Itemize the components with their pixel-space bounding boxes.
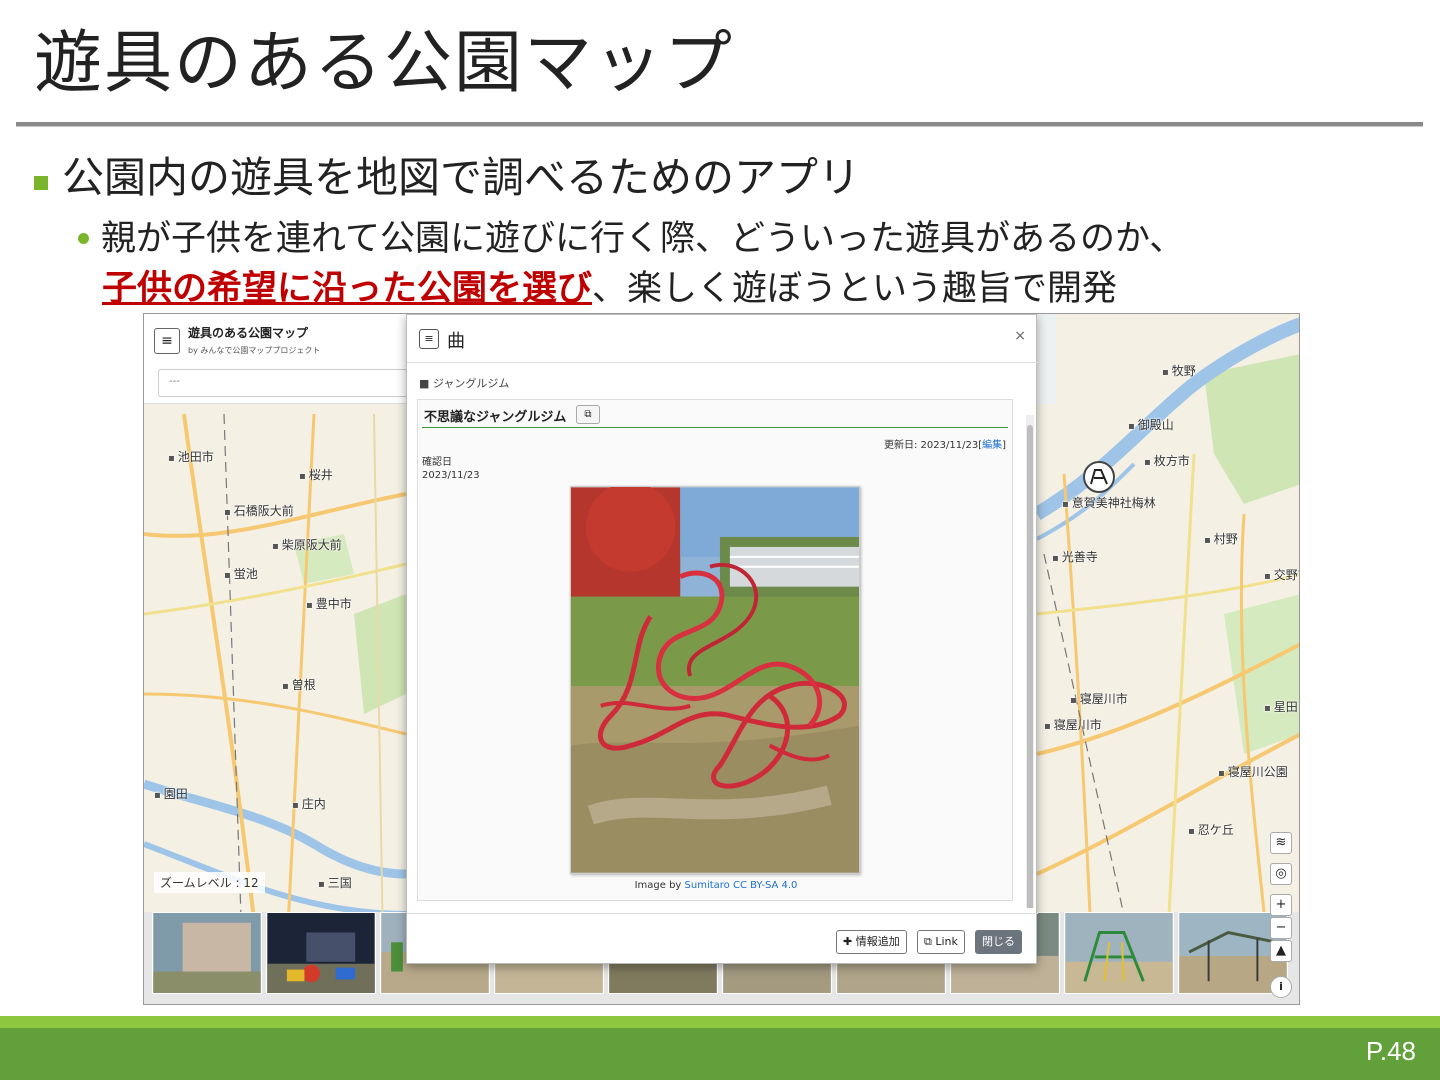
copy-icon[interactable]: ⧉ xyxy=(576,405,600,424)
info-icon[interactable]: i xyxy=(1270,976,1292,998)
bullet-level2: 親が子供を連れて公園に遊びに行く際、どういった遊具があるのか、 子供の希望に沿っ… xyxy=(78,214,1418,314)
add-info-button[interactable]: ✚ 情報追加 xyxy=(836,930,907,954)
map-place-label: 寝屋川市 xyxy=(1044,716,1102,733)
menu-button[interactable]: ≡ xyxy=(154,328,180,354)
bullet-level1: 公園内の遊具を地図で調べるためのアプリ xyxy=(34,152,860,204)
search-select[interactable]: --- xyxy=(158,369,420,397)
app-header: ≡ 遊具のある公園マップ by みんなで公園マッププロジェクト --- xyxy=(144,314,420,404)
map-place-label: 蛍池 xyxy=(224,565,258,582)
modal-header: ≡ 曲 × xyxy=(407,315,1038,363)
jungle-gym-icon: 曲 xyxy=(447,331,465,352)
confirm-label: 確認日 xyxy=(422,457,452,468)
north-arrow-icon[interactable]: ▲ xyxy=(1270,940,1292,962)
square-bullet-icon xyxy=(34,176,48,190)
map-place-label: 寝屋川市 xyxy=(1070,690,1128,707)
photo-thumbnail[interactable] xyxy=(152,912,262,994)
photo-credit: Image by Sumitaro CC BY-SA 4.0 xyxy=(634,880,798,891)
link-button[interactable]: ⧉ Link xyxy=(917,930,965,954)
map-place-label: 園田 xyxy=(154,785,188,802)
map-place-label: 枚方市 xyxy=(1144,452,1190,469)
dot-bullet-icon xyxy=(78,233,89,244)
map-place-label: 交野市 xyxy=(1264,566,1299,583)
page-number: P.48 xyxy=(1365,1036,1416,1066)
bullet2-highlight: 子供の希望に沿った公園を選び xyxy=(102,269,593,309)
bullet1-text: 公園内の遊具を地図で調べるためのアプリ xyxy=(62,153,861,202)
updated-date: 更新日: 2023/11/23[編集] xyxy=(884,440,1006,451)
map-place-label: 曽根 xyxy=(282,676,316,693)
modal-footer: ✚ 情報追加 ⧉ Link 閉じる xyxy=(407,913,1038,965)
footer-band xyxy=(0,1028,1440,1080)
map-place-label: 御殿山 xyxy=(1128,416,1174,433)
bullet2-rest: 、楽しく遊ぼうという趣旨で開発 xyxy=(592,269,1118,309)
close-icon[interactable]: × xyxy=(1014,328,1026,344)
category-label: ■ ジャングルジム xyxy=(419,377,510,390)
modal-menu-button[interactable]: ≡ xyxy=(419,329,439,349)
map-place-label: 村野 xyxy=(1204,530,1238,547)
map-place-label: 忍ケ丘 xyxy=(1188,821,1234,838)
confirm-date: 2023/11/23 xyxy=(422,470,480,481)
map-place-label: 豊中市 xyxy=(306,595,352,612)
app-subtitle: by みんなで公園マッププロジェクト xyxy=(188,346,321,355)
title-divider xyxy=(16,122,1423,127)
app-title: 遊具のある公園マップ xyxy=(188,326,309,340)
map-place-label: 光善寺 xyxy=(1052,548,1098,565)
bullet2-line1: 親が子供を連れて公園に遊びに行く際、どういった遊具があるのか、 xyxy=(101,219,1185,259)
map-place-label: 池田市 xyxy=(168,448,214,465)
map-place-label: 庄内 xyxy=(292,795,326,812)
map-place-label: 柴原阪大前 xyxy=(272,536,342,553)
slide-title: 遊具のある公園マップ xyxy=(34,24,735,103)
jungle-gym-photo[interactable] xyxy=(570,486,860,874)
photo-thumbnail[interactable] xyxy=(266,912,376,994)
zoom-out-button[interactable]: − xyxy=(1270,917,1292,939)
license-link[interactable]: Sumitaro CC BY-SA 4.0 xyxy=(685,880,798,891)
playground-card: 不思議なジャングルジム ⧉ 更新日: 2023/11/23[編集] 確認日 20… xyxy=(417,399,1013,901)
footer-band-light xyxy=(0,1016,1440,1028)
modal-body: ■ ジャングルジム 不思議なジャングルジム ⧉ 更新日: 2023/11/23[… xyxy=(407,363,1038,908)
photo-thumbnail[interactable] xyxy=(1064,912,1174,994)
map-place-label: 牧野 xyxy=(1162,362,1196,379)
app-screenshot: 池田市桜井石橋阪大前柴原阪大前蛍池豊中市曽根園田庄内三国 牧野御殿山枚方市意賀美神… xyxy=(143,313,1300,1005)
map-place-label: 桜井 xyxy=(299,466,333,483)
close-button[interactable]: 閉じる xyxy=(975,930,1022,954)
map-place-label: 意賀美神社梅林 xyxy=(1062,494,1156,511)
map-place-label: 星田 xyxy=(1264,698,1298,715)
map-place-label: 寝屋川公園 xyxy=(1218,763,1288,780)
zoom-in-button[interactable]: + xyxy=(1270,894,1292,916)
layers-icon[interactable]: ≋ xyxy=(1270,832,1292,854)
modal-scrollbar[interactable] xyxy=(1027,425,1033,908)
playground-detail-modal: ≡ 曲 × ■ ジャングルジム 不思議なジャングルジム ⧉ 更新日: 2023/… xyxy=(406,314,1038,965)
title-underline xyxy=(422,427,1008,428)
edit-link[interactable]: 編集 xyxy=(982,440,1002,451)
zoom-level-label: ズームレベル : 12 xyxy=(154,872,265,893)
map-place-label: 三国 xyxy=(318,874,352,891)
playground-title: 不思議なジャングルジム xyxy=(424,410,567,425)
locate-icon[interactable]: ◎ xyxy=(1270,863,1292,885)
map-place-label: 石橋阪大前 xyxy=(224,502,294,519)
